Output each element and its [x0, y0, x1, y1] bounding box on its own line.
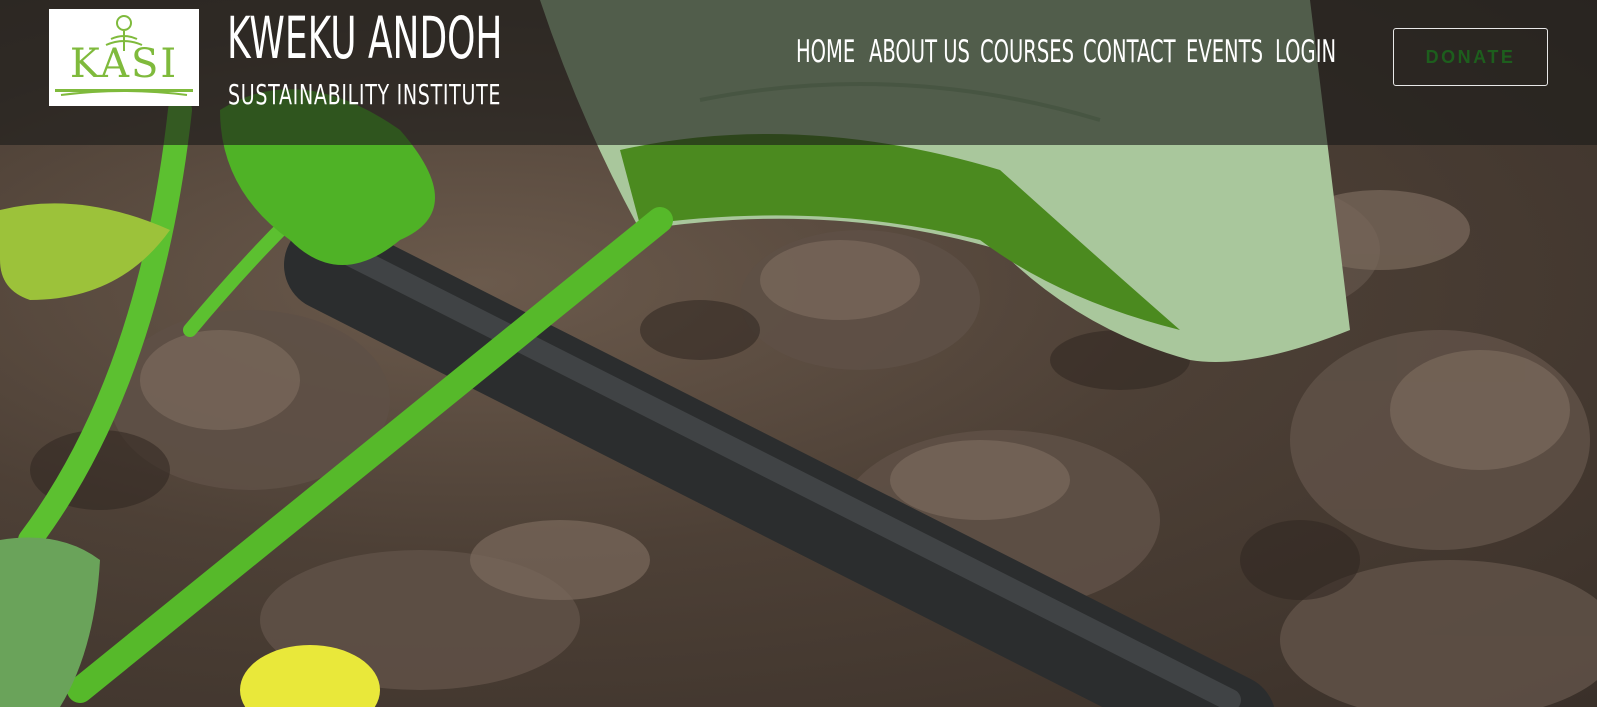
nav-events[interactable]: EVENTS: [1186, 34, 1263, 70]
nav-home[interactable]: HOME: [796, 34, 855, 70]
nav-login[interactable]: LOGIN: [1275, 34, 1336, 70]
brand-title[interactable]: KWEKU ANDOH: [227, 4, 502, 72]
logo-text: KASI: [69, 41, 179, 87]
brand-subtitle: SUSTAINABILITY INSTITUTE: [228, 78, 502, 111]
nav-contact[interactable]: CONTACT: [1083, 34, 1176, 70]
logo[interactable]: KASI: [49, 9, 199, 106]
site-header: KASI KWEKU ANDOH SUSTAINABILITY INSTITUT…: [0, 0, 1597, 145]
nav-about-us[interactable]: ABOUT US: [869, 34, 970, 70]
donate-button[interactable]: DONATE: [1393, 28, 1548, 86]
nav-courses[interactable]: COURSES: [980, 34, 1074, 70]
